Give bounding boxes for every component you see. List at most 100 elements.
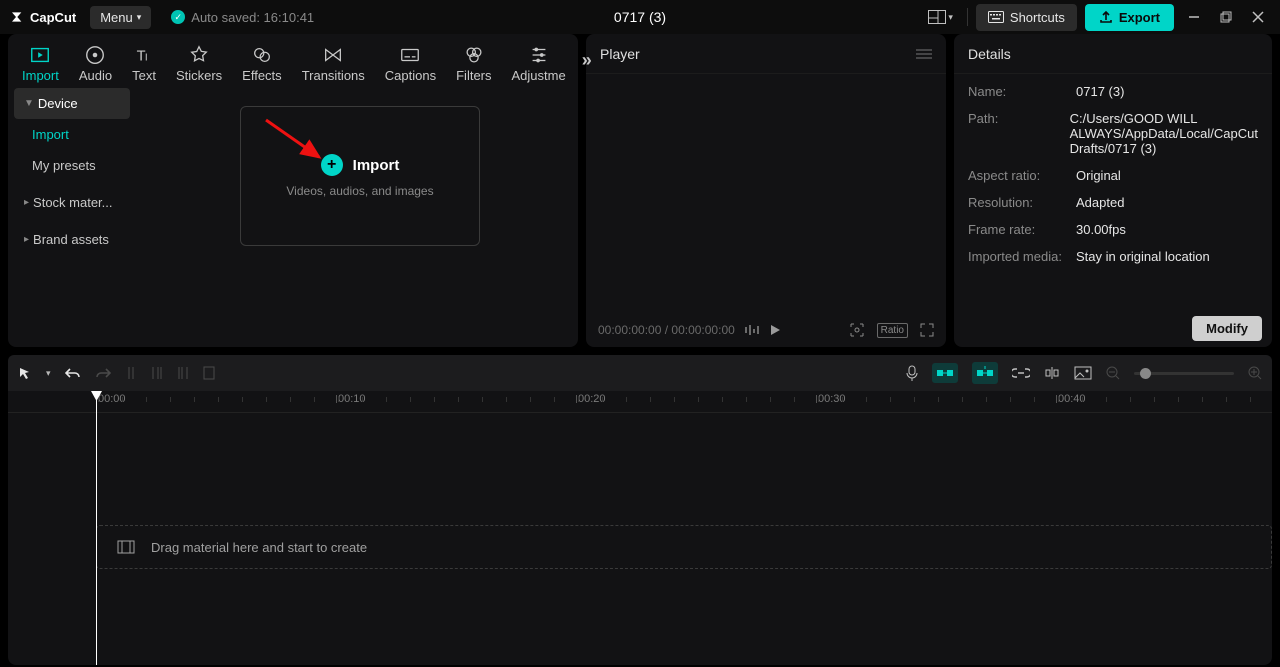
film-icon [117, 540, 135, 554]
cover-button[interactable] [1074, 366, 1092, 380]
details-name-value: 0717 (3) [1076, 84, 1258, 99]
linkage-button[interactable] [1012, 368, 1030, 378]
details-resolution-value: Adapted [1076, 195, 1258, 210]
player-timecode: 00:00:00:00 / 00:00:00:00 [598, 323, 735, 337]
microphone-icon [906, 365, 918, 381]
magnet-icon [936, 367, 954, 379]
redo-button[interactable] [95, 366, 111, 380]
redo-icon [95, 366, 111, 380]
drop-track[interactable]: Drag material here and start to create [96, 525, 1272, 569]
cursor-icon [18, 366, 32, 380]
zoom-in-icon [1248, 366, 1262, 380]
trim-right-button[interactable] [177, 366, 189, 380]
undo-button[interactable] [65, 366, 81, 380]
timeline-ruler[interactable]: 00:00 00:10 00:20 00:30 00:40 [8, 391, 1272, 413]
audio-tab-icon [84, 44, 106, 66]
close-icon [1252, 11, 1264, 23]
zoom-out-icon [1106, 366, 1120, 380]
sidebar-group-brand[interactable]: ▸Brand assets [14, 224, 130, 255]
details-framerate-value: 30.00fps [1076, 222, 1258, 237]
keyboard-icon [988, 11, 1004, 23]
import-subtext: Videos, audios, and images [286, 184, 433, 198]
play-icon [769, 324, 781, 336]
player-volume-button[interactable] [745, 324, 759, 336]
tab-import[interactable]: Import [12, 40, 69, 83]
tab-effects[interactable]: Effects [232, 40, 292, 83]
tab-text[interactable]: TI Text [122, 40, 166, 83]
app-name: CapCut [30, 10, 76, 25]
preview-axis-button[interactable] [1044, 366, 1060, 380]
chevron-down-icon: ▾ [46, 368, 51, 379]
export-button[interactable]: Export [1085, 4, 1174, 31]
tab-filters[interactable]: Filters [446, 40, 501, 83]
media-content: + Import Videos, audios, and images [136, 82, 578, 347]
chevron-right-icon: ▸ [24, 234, 29, 245]
text-tab-icon: TI [133, 44, 155, 66]
trim-left-button[interactable] [151, 366, 163, 380]
tab-transitions[interactable]: Transitions [292, 40, 375, 83]
tab-captions[interactable]: Captions [375, 40, 446, 83]
details-imported-value: Stay in original location [1076, 249, 1258, 264]
sidebar-group-stock[interactable]: ▸Stock mater... [14, 187, 130, 218]
layout-icon [928, 10, 946, 24]
split-button[interactable] [125, 366, 137, 380]
record-audio-button[interactable] [906, 365, 918, 381]
details-header: Details [954, 34, 1272, 74]
app-logo: CapCut [10, 9, 76, 25]
player-scan-button[interactable] [849, 322, 865, 338]
drop-hint: Drag material here and start to create [151, 540, 367, 555]
layout-button[interactable]: ▾ [922, 4, 959, 30]
axis-icon [1044, 366, 1060, 380]
player-controls: 00:00:00:00 / 00:00:00:00 Ratio [586, 313, 946, 347]
details-path-value: C:/Users/GOOD WILL ALWAYS/AppData/Local/… [1070, 111, 1258, 156]
bars-icon [745, 324, 759, 336]
select-tool-dropdown[interactable]: ▾ [46, 368, 51, 379]
auto-snap-button[interactable] [972, 362, 998, 384]
sidebar-group-device[interactable]: ▼Device [14, 88, 130, 119]
undo-icon [65, 366, 81, 380]
stickers-tab-icon [188, 44, 210, 66]
playhead[interactable] [96, 391, 97, 665]
import-dropzone[interactable]: + Import Videos, audios, and images [240, 106, 480, 246]
player-fullscreen-button[interactable] [920, 323, 934, 337]
details-path-label: Path: [968, 111, 1070, 156]
capcut-logo-icon [10, 9, 26, 25]
import-label: Import [353, 157, 400, 174]
chevron-down-icon: ▾ [137, 12, 142, 23]
transitions-tab-icon [322, 44, 344, 66]
maximize-button[interactable] [1214, 5, 1238, 29]
sidebar-item-import[interactable]: Import [14, 119, 130, 150]
autosave-status: Auto saved: 16:10:41 [171, 10, 314, 25]
close-button[interactable] [1246, 5, 1270, 29]
tab-stickers[interactable]: Stickers [166, 40, 232, 83]
zoom-slider[interactable] [1134, 372, 1234, 375]
main-track-magnet-button[interactable] [932, 363, 958, 383]
filters-tab-icon [463, 44, 485, 66]
zoom-out-button[interactable] [1106, 366, 1120, 380]
timeline[interactable]: 00:00 00:10 00:20 00:30 00:40 Drag mater… [8, 391, 1272, 665]
delete-button[interactable] [203, 366, 215, 380]
tab-adjustment[interactable]: Adjustme [502, 40, 576, 83]
modify-button[interactable]: Modify [1192, 316, 1262, 341]
scan-icon [849, 322, 865, 338]
export-icon [1099, 10, 1113, 24]
cover-icon [1074, 366, 1092, 380]
select-tool[interactable] [18, 366, 32, 380]
player-ratio-button[interactable]: Ratio [877, 323, 908, 338]
tab-audio[interactable]: Audio [69, 40, 122, 83]
details-aspect-label: Aspect ratio: [968, 168, 1076, 183]
zoom-slider-thumb[interactable] [1140, 368, 1151, 379]
minimize-button[interactable] [1182, 5, 1206, 29]
player-play-button[interactable] [769, 324, 781, 336]
shortcuts-button[interactable]: Shortcuts [976, 4, 1077, 31]
zoom-in-button[interactable] [1248, 366, 1262, 380]
import-tab-icon [29, 44, 51, 66]
tabs-more-button[interactable]: » [576, 40, 598, 81]
menu-button[interactable]: Menu▾ [90, 6, 151, 29]
player-viewport[interactable] [586, 74, 946, 313]
player-menu-button[interactable] [916, 48, 932, 60]
track-area: Drag material here and start to create [8, 525, 1272, 569]
details-resolution-label: Resolution: [968, 195, 1076, 210]
annotation-arrow-icon [261, 115, 331, 165]
sidebar-item-my-presets[interactable]: My presets [14, 150, 130, 181]
